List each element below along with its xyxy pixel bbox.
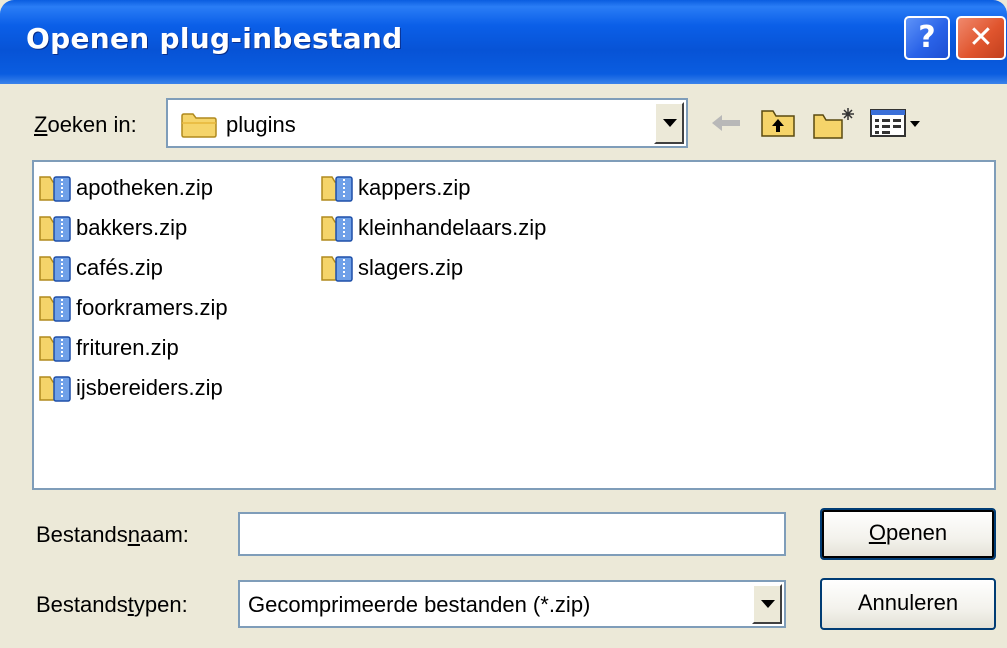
lookin-dropdown-button[interactable] bbox=[654, 102, 684, 144]
filetype-value: Gecomprimeerde bestanden (*.zip) bbox=[248, 592, 591, 617]
zip-folder-icon bbox=[321, 216, 353, 242]
file-name: cafés.zip bbox=[76, 255, 163, 280]
close-icon: ✕ bbox=[968, 20, 994, 55]
file-name: kleinhandelaars.zip bbox=[358, 215, 547, 240]
lookin-dropdown[interactable]: plugins bbox=[166, 98, 688, 148]
lookin-label: Zoeken in: bbox=[34, 112, 137, 137]
zip-folder-icon bbox=[39, 336, 71, 362]
zip-folder-icon bbox=[39, 256, 71, 282]
zip-folder-icon bbox=[321, 256, 353, 282]
file-name: slagers.zip bbox=[358, 255, 464, 280]
file-name: ijsbereiders.zip bbox=[76, 375, 223, 400]
file-name: foorkramers.zip bbox=[76, 295, 228, 320]
zip-folder-icon bbox=[39, 296, 71, 322]
help-button[interactable]: ? bbox=[904, 16, 950, 60]
file-name: kappers.zip bbox=[358, 175, 471, 200]
folder-icon bbox=[181, 113, 217, 138]
file-item[interactable]: kleinhandelaars.zip bbox=[320, 210, 546, 246]
file-item[interactable]: ijsbereiders.zip bbox=[38, 370, 223, 406]
filename-input[interactable] bbox=[238, 512, 786, 556]
file-item[interactable]: cafés.zip bbox=[38, 250, 163, 286]
filetype-dropdown-button[interactable] bbox=[752, 584, 782, 624]
help-icon: ? bbox=[918, 20, 936, 55]
chevron-down-icon bbox=[761, 600, 775, 608]
zip-folder-icon bbox=[39, 376, 71, 402]
file-item[interactable]: foorkramers.zip bbox=[38, 290, 228, 326]
zip-folder-icon bbox=[39, 216, 71, 242]
lookin-value: plugins bbox=[226, 112, 296, 137]
zip-folder-icon bbox=[39, 176, 71, 202]
new-folder-icon[interactable] bbox=[812, 106, 856, 140]
open-file-dialog: Openen plug-inbestand ? ✕ Zoeken in: plu… bbox=[0, 0, 1007, 648]
back-arrow-icon[interactable] bbox=[708, 106, 744, 140]
file-list[interactable]: apotheken.zip bakkers.zip cafés.zip foor… bbox=[32, 160, 996, 490]
filename-label: Bestandsnaam: bbox=[36, 522, 189, 547]
file-item[interactable]: bakkers.zip bbox=[38, 210, 187, 246]
views-menu-icon[interactable] bbox=[868, 106, 926, 140]
file-item[interactable]: frituren.zip bbox=[38, 330, 179, 366]
cancel-button[interactable]: Annuleren bbox=[820, 578, 996, 630]
file-name: bakkers.zip bbox=[76, 215, 188, 240]
zip-folder-icon bbox=[321, 176, 353, 202]
dialog-title: Openen plug-inbestand bbox=[26, 22, 403, 55]
file-item[interactable]: kappers.zip bbox=[320, 170, 471, 206]
close-button[interactable]: ✕ bbox=[956, 16, 1006, 60]
filetype-dropdown[interactable]: Gecomprimeerde bestanden (*.zip) bbox=[238, 580, 786, 628]
file-item[interactable]: slagers.zip bbox=[320, 250, 463, 286]
file-name: frituren.zip bbox=[76, 335, 179, 360]
title-bar[interactable]: Openen plug-inbestand ? ✕ bbox=[0, 0, 1007, 84]
up-folder-icon[interactable] bbox=[760, 106, 796, 140]
chevron-down-icon bbox=[663, 119, 677, 127]
file-name: apotheken.zip bbox=[76, 175, 213, 200]
filetype-label: Bestandstypen: bbox=[36, 592, 188, 617]
file-item[interactable]: apotheken.zip bbox=[38, 170, 213, 206]
open-button[interactable]: Openen bbox=[820, 508, 996, 560]
